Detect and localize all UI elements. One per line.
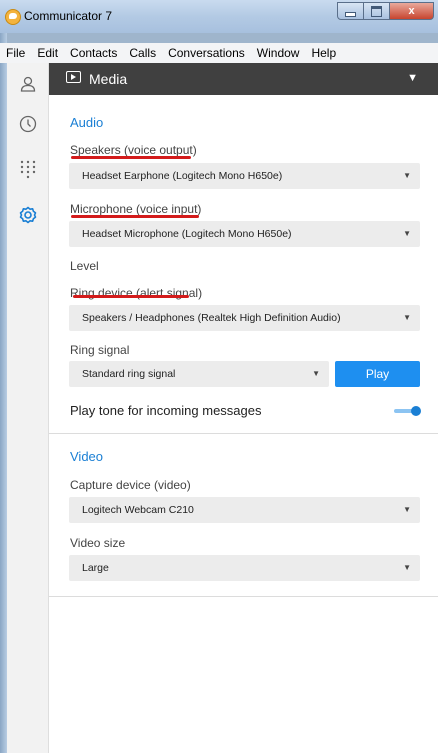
audio-heading: Audio xyxy=(70,115,104,130)
chevron-down-icon: ▼ xyxy=(403,313,411,322)
chevron-down-icon: ▼ xyxy=(312,369,320,378)
settings-panel: Media ▼ Audio Speakers (voice output) He… xyxy=(49,63,438,753)
ring-signal-dropdown[interactable]: Standard ring signal ▼ xyxy=(69,361,329,387)
chevron-down-icon: ▼ xyxy=(403,171,411,180)
minimize-button[interactable] xyxy=(337,2,364,20)
video-size-dropdown[interactable]: Large ▼ xyxy=(69,555,420,581)
close-button[interactable]: x xyxy=(390,2,434,20)
toggle-knob xyxy=(411,406,421,416)
section-title: Media xyxy=(89,71,128,87)
section-divider xyxy=(49,433,438,434)
speakers-value: Headset Earphone (Logitech Mono H650e) xyxy=(82,170,283,182)
window-titlebar[interactable]: Communicator 7 x xyxy=(0,0,438,33)
close-icon: x xyxy=(408,5,415,17)
incoming-tone-toggle[interactable] xyxy=(394,406,421,416)
settings-gear-icon[interactable] xyxy=(19,206,37,224)
video-size-value: Large xyxy=(82,562,109,574)
chevron-down-icon: ▼ xyxy=(403,505,411,514)
menu-help[interactable]: Help xyxy=(305,46,342,60)
ring-signal-value: Standard ring signal xyxy=(82,368,176,380)
media-section-header[interactable]: Media ▼ xyxy=(49,63,438,95)
microphone-value: Headset Microphone (Logitech Mono H650e) xyxy=(82,228,292,240)
maximize-button[interactable] xyxy=(364,2,390,20)
microphone-label: Microphone (voice input) xyxy=(70,202,202,216)
collapse-arrow-icon[interactable]: ▼ xyxy=(407,72,418,84)
dialpad-icon[interactable] xyxy=(19,159,37,179)
app-logo-icon xyxy=(5,9,21,25)
incoming-tone-label: Play tone for incoming messages xyxy=(70,403,262,418)
ring-device-value: Speakers / Headphones (Realtek High Defi… xyxy=(82,312,341,324)
annotation-underline xyxy=(73,295,189,298)
speakers-label: Speakers (voice output) xyxy=(70,143,197,157)
menu-edit[interactable]: Edit xyxy=(31,46,64,60)
maximize-icon xyxy=(371,5,382,17)
history-icon[interactable] xyxy=(19,115,37,133)
menu-contacts[interactable]: Contacts xyxy=(64,46,123,60)
play-button[interactable]: Play xyxy=(335,361,420,387)
video-size-label: Video size xyxy=(70,536,126,550)
annotation-underline xyxy=(71,156,191,159)
capture-device-dropdown[interactable]: Logitech Webcam C210 ▼ xyxy=(69,497,420,523)
ring-signal-label: Ring signal xyxy=(70,343,130,357)
ring-device-dropdown[interactable]: Speakers / Headphones (Realtek High Defi… xyxy=(69,305,420,331)
minimize-icon xyxy=(345,11,356,17)
window-controls: x xyxy=(337,2,434,20)
media-play-icon xyxy=(66,71,81,83)
window-title: Communicator 7 xyxy=(24,9,113,23)
microphone-dropdown[interactable]: Headset Microphone (Logitech Mono H650e)… xyxy=(69,221,420,247)
menu-conversations[interactable]: Conversations xyxy=(162,46,251,60)
video-heading: Video xyxy=(70,449,104,464)
menu-calls[interactable]: Calls xyxy=(123,46,162,60)
chevron-down-icon: ▼ xyxy=(403,229,411,238)
capture-device-label: Capture device (video) xyxy=(70,478,191,492)
speakers-dropdown[interactable]: Headset Earphone (Logitech Mono H650e) ▼ xyxy=(69,163,420,189)
navigation-rail xyxy=(7,63,49,753)
contact-icon[interactable] xyxy=(19,75,37,93)
chevron-down-icon: ▼ xyxy=(403,563,411,572)
annotation-underline xyxy=(71,215,199,218)
section-divider xyxy=(49,596,438,597)
capture-device-value: Logitech Webcam C210 xyxy=(82,504,194,516)
window-left-border xyxy=(0,0,7,753)
menu-window[interactable]: Window xyxy=(251,46,306,60)
menubar: File Edit Contacts Calls Conversations W… xyxy=(0,43,431,63)
menu-file[interactable]: File xyxy=(0,46,31,60)
level-label: Level xyxy=(70,259,99,273)
